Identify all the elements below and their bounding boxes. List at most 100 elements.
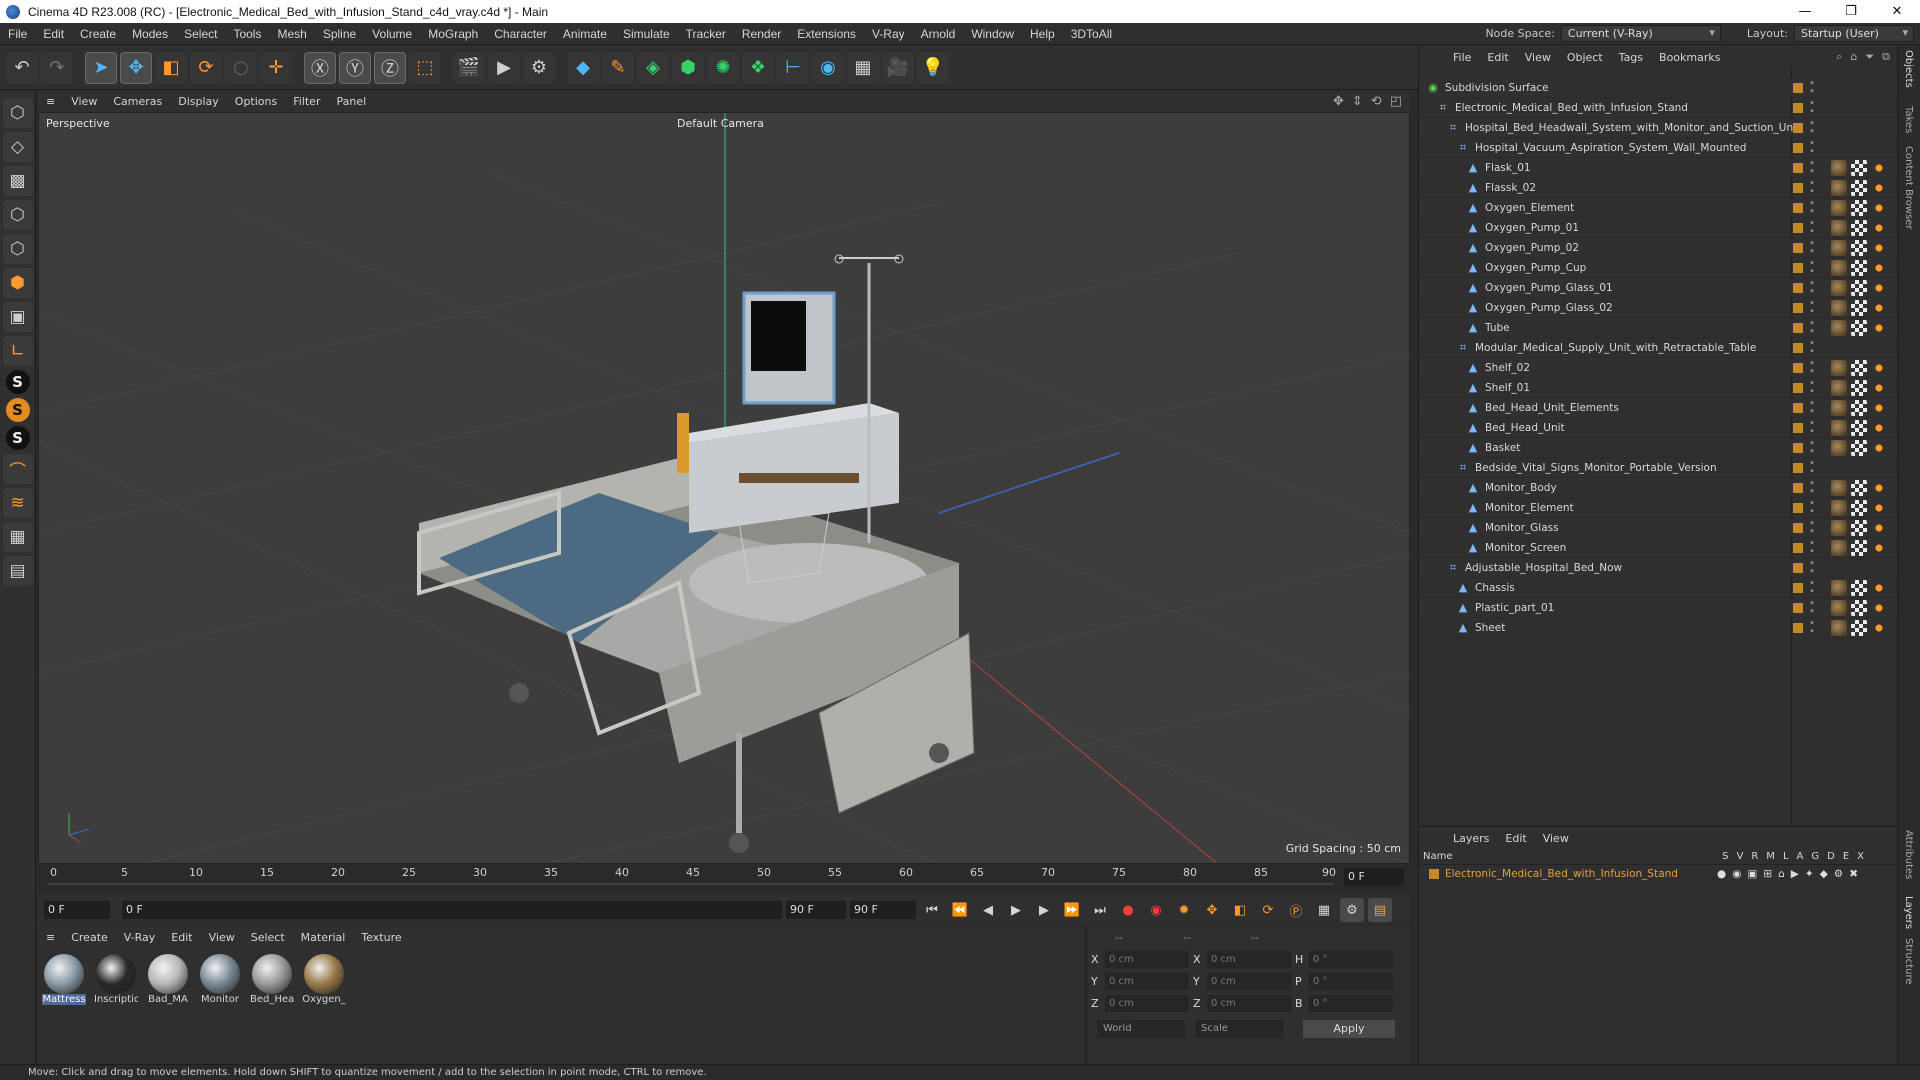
material-tag-icon[interactable] [1831, 319, 1847, 336]
object-name[interactable]: Basket [1485, 442, 1520, 454]
autokey-icon[interactable]: ◉ [1144, 898, 1168, 922]
object-name[interactable]: Bed_Head_Unit [1485, 422, 1565, 434]
vray-tag-icon[interactable] [1871, 299, 1887, 316]
viewport-menu-display[interactable]: Display [170, 95, 227, 108]
texture-tag-icon[interactable] [1851, 519, 1867, 536]
layer-color-tag[interactable] [1793, 122, 1803, 133]
tab-objects[interactable]: Objects [1903, 50, 1914, 88]
viewport-menu-panel[interactable]: Panel [328, 95, 374, 108]
menu-edit[interactable]: Edit [35, 27, 72, 41]
vray-tag-icon[interactable] [1871, 279, 1887, 296]
viewport-menu-icon[interactable]: ≡ [38, 95, 63, 108]
viewport-menu-cameras[interactable]: Cameras [105, 95, 170, 108]
layers-menu-layers[interactable]: Layers [1445, 832, 1497, 845]
previous-key-icon[interactable]: ⏪ [948, 898, 972, 922]
layer-render-icon[interactable]: ▣ [1747, 868, 1757, 880]
material-tag-icon[interactable] [1831, 539, 1847, 556]
object-tree-row[interactable]: ▲ Oxygen_Pump_01 • • [1419, 218, 1897, 238]
next-frame-icon[interactable]: ▶ [1032, 898, 1056, 922]
object-name[interactable]: Monitor_Screen [1485, 542, 1566, 554]
object-name[interactable]: Bed_Head_Unit_Elements [1485, 402, 1619, 414]
texture-tag-icon[interactable] [1851, 619, 1867, 636]
object-tree-row[interactable]: ▲ Flassk_02 • • [1419, 178, 1897, 198]
menu-tools[interactable]: Tools [225, 27, 269, 41]
object-name[interactable]: Hospital_Vacuum_Aspiration_System_Wall_M… [1475, 142, 1746, 154]
apply-button[interactable]: Apply [1303, 1020, 1395, 1038]
object-tree-row[interactable]: ▲ Monitor_Screen • • [1419, 538, 1897, 558]
texture-mode-icon[interactable]: ▩ [2, 166, 33, 196]
end-frame-field[interactable]: 90 F [850, 901, 916, 919]
layer-color-tag[interactable] [1793, 322, 1803, 333]
material-tag-icon[interactable] [1831, 519, 1847, 536]
visibility-dots-icon[interactable]: • • [1809, 278, 1815, 296]
size-y-field[interactable]: 0 cm [1207, 972, 1291, 990]
tab-attributes[interactable]: Attributes [1903, 830, 1914, 879]
material-thumbnail[interactable]: Oxygen_ [302, 954, 346, 1005]
layer-color-tag[interactable] [1793, 462, 1803, 473]
layer-expression-icon[interactable]: ⚙ [1834, 868, 1843, 880]
current-frame-field[interactable]: 0 F [1344, 868, 1404, 886]
menu-3dtoall[interactable]: 3DToAll [1063, 27, 1120, 41]
visibility-dots-icon[interactable]: • • [1809, 498, 1815, 516]
render-settings-icon[interactable]: ⚙ [523, 51, 555, 84]
object-menu-file[interactable]: File [1445, 51, 1479, 64]
material-thumbnail[interactable]: Monitor [198, 954, 242, 1005]
rotation-b-field[interactable]: 0 ° [1309, 994, 1393, 1012]
material-tag-icon[interactable] [1831, 479, 1847, 496]
material-tag-icon[interactable] [1831, 259, 1847, 276]
texture-tag-icon[interactable] [1851, 579, 1867, 596]
menu-arnold[interactable]: Arnold [913, 27, 964, 41]
visibility-dots-icon[interactable]: • • [1809, 158, 1815, 176]
floor-icon[interactable]: ▦ [847, 51, 879, 84]
object-tree-row[interactable]: ⌗ Hospital_Bed_Headwall_System_with_Monit… [1419, 118, 1897, 138]
locked-workplane-icon[interactable]: ▤ [2, 556, 33, 586]
zoom-icon[interactable]: ⇕ [1352, 94, 1363, 109]
texture-tag-icon[interactable] [1851, 599, 1867, 616]
select-cursor-icon[interactable]: ➤ [85, 51, 117, 84]
object-name[interactable]: Oxygen_Pump_02 [1485, 242, 1579, 254]
object-name[interactable]: Flask_01 [1485, 162, 1531, 174]
vray-tag-icon[interactable] [1871, 319, 1887, 336]
menu-spline[interactable]: Spline [315, 27, 364, 41]
object-tree-row[interactable]: ▲ Chassis • • [1419, 578, 1897, 598]
visibility-dots-icon[interactable]: • • [1809, 78, 1815, 96]
material-tag-icon[interactable] [1831, 619, 1847, 636]
range-start-field[interactable]: 0 F [122, 901, 782, 919]
viewport-menu-options[interactable]: Options [227, 95, 285, 108]
coordinate-system-dropdown[interactable]: World [1097, 1020, 1185, 1038]
object-name[interactable]: Chassis [1475, 582, 1515, 594]
object-menu-object[interactable]: Object [1559, 51, 1611, 64]
minimize-button[interactable]: — [1782, 4, 1828, 19]
menu-vray[interactable]: V-Ray [864, 27, 913, 41]
texture-tag-icon[interactable] [1851, 359, 1867, 376]
snap-icon[interactable]: S [5, 370, 30, 394]
object-tree-row[interactable]: ▲ Oxygen_Element • • [1419, 198, 1897, 218]
material-tag-icon[interactable] [1831, 399, 1847, 416]
vray-tag-icon[interactable] [1871, 539, 1887, 556]
texture-tag-icon[interactable] [1851, 419, 1867, 436]
layer-xref-icon[interactable]: ✖ [1849, 868, 1858, 880]
layer-color-tag[interactable] [1793, 562, 1803, 573]
viewport-menu-view[interactable]: View [63, 95, 105, 108]
magnet-icon[interactable]: ⌒ [2, 454, 33, 484]
visibility-dots-icon[interactable]: • • [1809, 518, 1815, 536]
maximize-button[interactable]: ❐ [1828, 4, 1874, 19]
vray-tag-icon[interactable] [1871, 199, 1887, 216]
layer-deformer-icon[interactable]: ◆ [1820, 868, 1828, 880]
object-tree-row[interactable]: ⌗ Modular_Medical_Supply_Unit_with_Retrac… [1419, 338, 1897, 358]
mograph-icon[interactable]: ❖ [742, 51, 774, 84]
object-tree-row[interactable]: ▲ Monitor_Body • • [1419, 478, 1897, 498]
visibility-dots-icon[interactable]: • • [1809, 538, 1815, 556]
make-editable-icon[interactable]: ⬡ [2, 98, 33, 128]
object-name[interactable]: Bedside_Vital_Signs_Monitor_Portable_Ver… [1475, 462, 1717, 474]
menu-extensions[interactable]: Extensions [789, 27, 864, 41]
menu-volume[interactable]: Volume [364, 27, 420, 41]
position-z-field[interactable]: 0 cm [1105, 994, 1189, 1012]
visibility-dots-icon[interactable]: • • [1809, 98, 1815, 116]
vray-tag-icon[interactable] [1871, 619, 1887, 636]
key-rotation-icon[interactable]: ⟳ [1256, 898, 1280, 922]
visibility-dots-icon[interactable]: • • [1809, 338, 1815, 356]
vray-tag-icon[interactable] [1871, 219, 1887, 236]
axis-mode-icon[interactable]: ∟ [2, 336, 33, 366]
move-tool-icon[interactable]: ✥ [120, 51, 152, 84]
